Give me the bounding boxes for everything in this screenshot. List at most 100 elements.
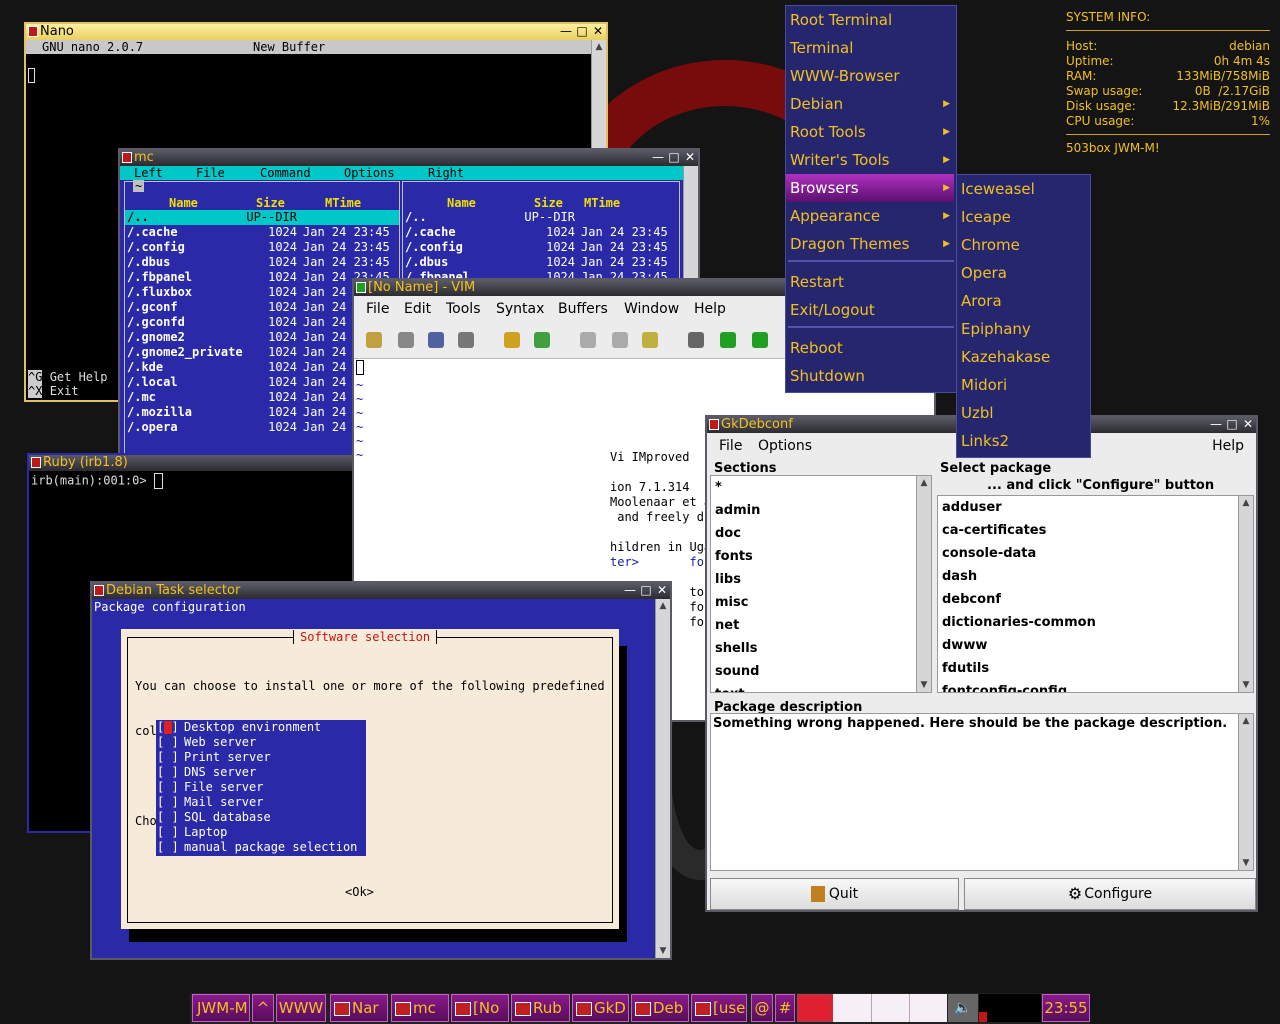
vim-menu-edit[interactable]: Edit — [404, 296, 431, 322]
checkbox[interactable]: [ ] — [157, 840, 179, 855]
menu-options[interactable]: Options — [758, 433, 812, 459]
menu-item-debian[interactable]: Debian ▶ — [786, 90, 954, 118]
checkbox[interactable]: [ ] — [157, 750, 179, 765]
ruby-terminal[interactable]: irb(main):001:0> — [31, 473, 163, 489]
list-item[interactable]: libs — [711, 568, 931, 591]
packages-scrollbar[interactable]: ▲ ▼ — [1238, 496, 1253, 692]
list-item[interactable]: dash — [938, 565, 1253, 588]
mc-menu-left[interactable]: Left — [134, 166, 163, 180]
menu-item-writer-s-tools[interactable]: Writer's Tools ▶ — [786, 146, 954, 174]
list-item[interactable]: ca-certificates — [938, 519, 1253, 542]
scroll-down-icon[interactable]: ▼ — [1239, 856, 1253, 870]
nano-help-exit[interactable]: Exit — [50, 384, 79, 398]
at-button[interactable]: @ — [751, 994, 773, 1022]
list-item[interactable]: admin — [711, 499, 931, 522]
packages-list[interactable]: adduser ca-certificates console-data dash de… — [937, 495, 1254, 693]
minimize-icon[interactable]: — — [622, 583, 638, 599]
menu-item-shutdown[interactable]: Shutdown — [786, 362, 954, 390]
menu-item-root-terminal[interactable]: Root Terminal — [786, 6, 954, 34]
menu-item-exit-logout[interactable]: Exit/Logout — [786, 296, 954, 324]
checkbox[interactable]: [ ] — [157, 735, 179, 750]
tasksel-scrollbar[interactable]: ▲ ▼ — [655, 599, 670, 958]
scroll-up-icon[interactable]: ▲ — [1239, 714, 1253, 728]
task-button[interactable]: mc — [391, 994, 449, 1022]
browser-item-chrome[interactable]: Chrome — [957, 231, 1088, 259]
list-item[interactable]: doc — [711, 522, 931, 545]
cut-icon[interactable] — [580, 332, 596, 348]
browser-item-links2[interactable]: Links2 — [957, 427, 1088, 455]
hash-button[interactable]: # — [775, 994, 795, 1022]
list-item[interactable]: sound — [711, 660, 931, 683]
list-item[interactable]: debconf — [938, 588, 1253, 611]
list-item[interactable]: dwww — [938, 634, 1253, 657]
back-icon[interactable] — [752, 332, 768, 348]
mc-menu-right[interactable]: Right — [428, 166, 464, 180]
software-option[interactable]: [ ] Mail server — [156, 795, 366, 810]
maximize-icon[interactable]: □ — [574, 24, 590, 40]
software-option[interactable]: [ ] DNS server — [156, 765, 366, 780]
gkdebconf-window[interactable]: GkDebconf — □ ✕ File Options Help Sectio… — [705, 415, 1258, 912]
close-icon[interactable]: ✕ — [654, 583, 670, 599]
menu-item-terminal[interactable]: Terminal — [786, 34, 954, 62]
scroll-up-icon[interactable]: ▲ — [592, 40, 606, 54]
open-icon[interactable] — [366, 332, 382, 348]
scroll-down-icon[interactable]: ▼ — [1239, 678, 1253, 692]
list-item[interactable]: console-data — [938, 542, 1253, 565]
menu-item-www-browser[interactable]: WWW-Browser — [786, 62, 954, 90]
list-item[interactable]: * — [711, 476, 931, 499]
close-icon[interactable]: ✕ — [1240, 417, 1256, 433]
browser-item-midori[interactable]: Midori — [957, 371, 1088, 399]
configure-button[interactable]: ⚙ Configure — [964, 878, 1256, 910]
task-button[interactable]: Rub — [511, 994, 570, 1022]
minimize-icon[interactable]: — — [650, 150, 666, 166]
list-item[interactable]: fontconfig-config — [938, 680, 1253, 692]
vim-menu-buffers[interactable]: Buffers — [558, 296, 608, 322]
menu-item-restart[interactable]: Restart — [786, 268, 954, 296]
checkbox[interactable]: [ ] — [157, 795, 179, 810]
vim-buffer[interactable]: ~ ~ ~ ~ ~ ~ — [356, 360, 364, 462]
list-item[interactable]: dictionaries-common — [938, 611, 1253, 634]
browser-item-iceweasel[interactable]: Iceweasel — [957, 175, 1088, 203]
software-option[interactable]: [ ] File server — [156, 780, 366, 795]
pager[interactable] — [797, 994, 947, 1022]
nano-help-get-help[interactable]: Get Help — [50, 370, 108, 384]
mc-titlebar[interactable]: mc — □ ✕ — [120, 150, 698, 166]
task-button[interactable]: Nar — [330, 994, 388, 1022]
task-button[interactable]: [use — [691, 994, 747, 1022]
table-row[interactable]: /.config 1024 Jan 24 23:45 — [125, 240, 399, 255]
software-option[interactable]: [ ] manual package selection — [156, 840, 366, 855]
list-item[interactable]: net — [711, 614, 931, 637]
browser-item-opera[interactable]: Opera — [957, 259, 1088, 287]
browser-item-uzbl[interactable]: Uzbl — [957, 399, 1088, 427]
vim-menu-window[interactable]: Window — [624, 296, 679, 322]
scroll-down-icon[interactable]: ▼ — [917, 678, 931, 692]
scroll-down-icon[interactable]: ▼ — [656, 944, 670, 958]
table-row[interactable]: /.cache 1024 Jan 24 23:45 — [125, 225, 399, 240]
list-item[interactable]: shells — [711, 637, 931, 660]
table-row[interactable]: /.. UP--DIR — [125, 210, 399, 225]
nano-titlebar[interactable]: Nano — □ ✕ — [26, 24, 606, 40]
list-item[interactable]: misc — [711, 591, 931, 614]
task-button[interactable]: [No — [451, 994, 509, 1022]
checkbox[interactable]: [ ] — [157, 765, 179, 780]
table-row[interactable]: /.config 1024 Jan 24 23:45 — [403, 240, 679, 255]
maximize-icon[interactable]: □ — [638, 583, 654, 599]
sections-scrollbar[interactable]: ▲ ▼ — [916, 476, 931, 692]
close-icon[interactable]: ✕ — [682, 150, 698, 166]
mc-menu-command[interactable]: Command — [260, 166, 311, 180]
save-as-icon[interactable] — [398, 332, 414, 348]
close-icon[interactable]: ✕ — [590, 24, 606, 40]
browser-item-iceape[interactable]: Iceape — [957, 203, 1088, 231]
list-item[interactable]: text — [711, 683, 931, 692]
software-option[interactable]: [ ] SQL database — [156, 810, 366, 825]
www-button[interactable]: WWW — [276, 994, 326, 1022]
table-row[interactable]: /.. UP--DIR — [403, 210, 679, 225]
start-button[interactable]: JWM-M — [192, 994, 250, 1022]
forward-icon[interactable] — [720, 332, 736, 348]
sections-list[interactable]: *admindocfontslibsmiscnetshellssoundtext… — [710, 475, 932, 693]
copy-icon[interactable] — [612, 332, 628, 348]
checkbox[interactable]: [ ] — [157, 810, 179, 825]
vim-menu-file[interactable]: File — [366, 296, 389, 322]
task-button[interactable]: Deb — [631, 994, 689, 1022]
print-icon[interactable] — [458, 332, 474, 348]
